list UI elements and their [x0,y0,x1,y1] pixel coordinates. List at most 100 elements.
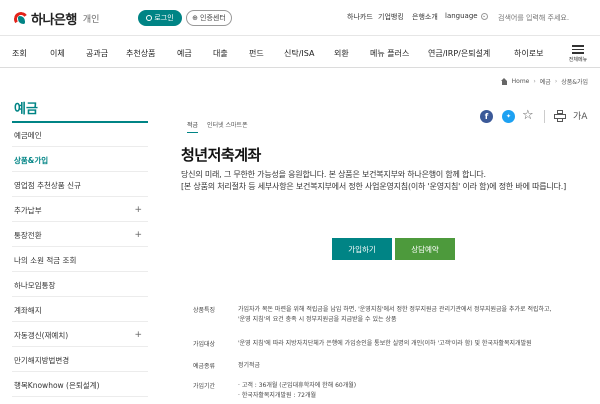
sidebar-divider [12,121,148,123]
sidebar-item-label: 나의 소원 적금 조회 [14,255,77,265]
global-nav: 조회 이체 공과금 추천상품 예금 대출 펀드 신탁/ISA 외환 메뉴 플러스… [0,36,600,68]
sidebar-item-label: 계좌해지 [14,305,42,315]
util-link-hanacard[interactable]: 하나카드 [347,12,373,22]
search-input[interactable] [498,10,594,25]
gnb-item-utility[interactable]: 공과금 [86,48,108,59]
gnb-item-fund[interactable]: 펀드 [249,48,264,59]
breadcrumb-home[interactable]: Home [512,78,530,85]
expand-plus-icon[interactable]: + [134,330,142,340]
join-button[interactable]: 가입하기 [332,238,392,260]
favorite-star-icon[interactable]: ☆ [522,108,534,123]
sidebar-item-group-account[interactable]: 하나모임통장 [12,274,148,297]
sidebar-item-label: 통장전환 [14,230,42,240]
description-line: [본 상품의 처리절차 등 세부사항은 보건복지부에서 정한 사업운영지침(이하… [181,182,567,191]
description-line: 당신의 미래, 그 무한한 가능성을 응원합니다. 본 상품은 보건복지부와 하… [181,170,486,179]
info-line: · 고객 : 36개월 (군입대휴학자에 한해 60개월) [238,382,357,389]
login-label: 로그인 [154,14,174,22]
sidebar-item-label: 예금메인 [14,130,42,140]
all-menu-label: 전체메뉴 [568,56,588,63]
sidebar-item-label: 상품&가입 [14,155,49,165]
toolbar-divider [544,110,545,123]
sidebar-item-branch-recommend[interactable]: 영업점 추천상품 신규 [12,174,148,197]
hamburger-icon [572,45,584,54]
logo-text: 하나은행 [31,13,77,28]
info-line: '운영 지침'에 따라 지방자치단체가 은행에 가입승인을 통보한 실명의 개인… [238,340,532,347]
sidebar-item-label: 만기해지방법변경 [14,355,70,365]
hana-logo[interactable]: 하나은행 개인 [12,9,100,28]
breadcrumb-level2[interactable]: 상품&가입 [561,77,588,86]
home-icon [500,77,508,85]
sidebar-item-maturity-change[interactable]: 만기해지방법변경 [12,349,148,372]
expand-plus-icon[interactable]: + [134,230,142,240]
sidebar-item-happy-knowhow[interactable]: 행복Knowhow (은퇴설계) [12,374,148,397]
gnb-item-menu-plus[interactable]: 메뉴 플러스 [370,48,409,59]
cert-center-button[interactable]: ⊕ 인증센터 [186,10,232,26]
twitter-share-icon[interactable]: ✦ [502,110,515,123]
util-link-about[interactable]: 은행소개 [412,12,438,22]
language-select[interactable]: language ⌄ [445,12,488,20]
gnb-item-hirobo[interactable]: 하이로보 [514,48,543,59]
all-menu-button[interactable]: 전체메뉴 [565,43,591,63]
info-key: 상품특징 [193,307,216,314]
info-value: '운영 지침'에 따라 지방자치단체가 은행에 가입승인을 통보한 실명의 개인… [238,339,598,349]
sidebar-item-label: 추가납부 [14,205,42,215]
print-icon[interactable] [554,110,566,122]
breadcrumb-separator: › [533,78,536,85]
tab-internet-smartphone[interactable]: 인터넷 스마트폰 [207,120,248,133]
breadcrumb-separator: › [554,78,558,85]
gnb-item-forex[interactable]: 외환 [334,48,349,59]
sidebar-item-close-account[interactable]: 계좌해지 [12,299,148,322]
sidebar-item-label: 영업점 추천상품 신규 [14,180,81,190]
info-row-period: 가입기간 · 고객 : 36개월 (군입대휴학자에 한해 60개월) · 한국자… [193,381,598,401]
info-key: 예금종류 [193,363,216,370]
sidebar-item-label: 자동갱신(재예치) [14,330,69,340]
gnb-item-transfer[interactable]: 이체 [50,48,65,59]
gnb-item-trust[interactable]: 신탁/ISA [284,48,314,59]
logo-sub: 개인 [82,15,100,25]
font-size-icon[interactable]: 가A [573,109,587,122]
info-value: 가입자가 목돈 마련을 위해 적립금을 납입 하면, '운영지침'에서 정한 정… [238,305,598,325]
util-link-corporate[interactable]: 기업뱅킹 [378,12,404,22]
login-button[interactable]: 로그인 [138,10,182,26]
expand-plus-icon[interactable]: + [134,205,142,215]
info-key: 가입기간 [193,383,216,390]
product-tabs: 적금 인터넷 스마트폰 [187,120,248,133]
top-bar: 하나은행 개인 로그인 ⊕ 인증센터 하나카드 기업뱅킹 은행소개 langua… [0,0,600,36]
info-row-type: 예금종류 정기적금 [193,361,598,371]
info-value: 정기적금 [238,361,598,371]
tab-savings[interactable]: 적금 [187,120,199,133]
info-line: · 한국자활복지개발원 : 72개월 [238,392,317,399]
breadcrumb: Home › 예금 › 상품&가입 [500,77,588,86]
chevron-down-icon: ⌄ [480,12,488,20]
sidebar-item-wish-savings[interactable]: 나의 소원 적금 조회 [12,249,148,272]
sidebar-item-additional-payment[interactable]: 추가납부 + [12,199,148,222]
info-key: 가입대상 [193,341,216,348]
gnb-item-inquiry[interactable]: 조회 [12,48,27,59]
breadcrumb-level1[interactable]: 예금 [540,77,551,86]
sidebar-item-auto-renew[interactable]: 자동갱신(재예치) + [12,324,148,347]
info-line: 정기적금 [238,362,261,369]
plus-icon: ⊕ [192,14,199,22]
sidebar-item-account-convert[interactable]: 통장전환 + [12,224,148,247]
gnb-item-deposit[interactable]: 예금 [177,48,192,59]
facebook-share-icon[interactable]: f [480,110,493,123]
hana-logo-icon [12,10,30,27]
sidebar-item-label: 하나모임통장 [14,280,56,290]
page-title: 청년저축계좌 [181,146,261,164]
power-icon [146,15,153,21]
gnb-item-pension[interactable]: 연금/IRP/은퇴설계 [428,48,490,59]
consult-reservation-button[interactable]: 상담예약 [395,238,455,260]
sidebar-item-deposit-main[interactable]: 예금메인 [12,124,148,147]
sidebar-item-products[interactable]: 상품&가입 [12,149,148,172]
info-line: 가입자가 목돈 마련을 위해 적립금을 납입 하면, '운영지침'에서 정한 정… [238,306,552,313]
info-value: · 고객 : 36개월 (군입대휴학자에 한해 60개월) · 한국자활복지개발… [238,381,598,401]
cert-label: 인증센터 [200,14,226,22]
info-line: '운영 지침'의 요건 충족 시 정부지원금을 지급받을 수 있는 상품 [238,316,397,323]
gnb-item-recommend[interactable]: 추천상품 [126,48,155,59]
info-row-features: 상품특징 가입자가 목돈 마련을 위해 적립금을 납입 하면, '운영지침'에서… [193,305,598,325]
sidebar-item-label: 행복Knowhow (은퇴설계) [14,380,100,390]
product-description: 당신의 미래, 그 무한한 가능성을 응원합니다. 본 상품은 보건복지부와 하… [181,169,581,193]
sidebar-title: 예금 [14,102,38,117]
language-label: language [445,12,478,20]
gnb-item-loan[interactable]: 대출 [213,48,228,59]
